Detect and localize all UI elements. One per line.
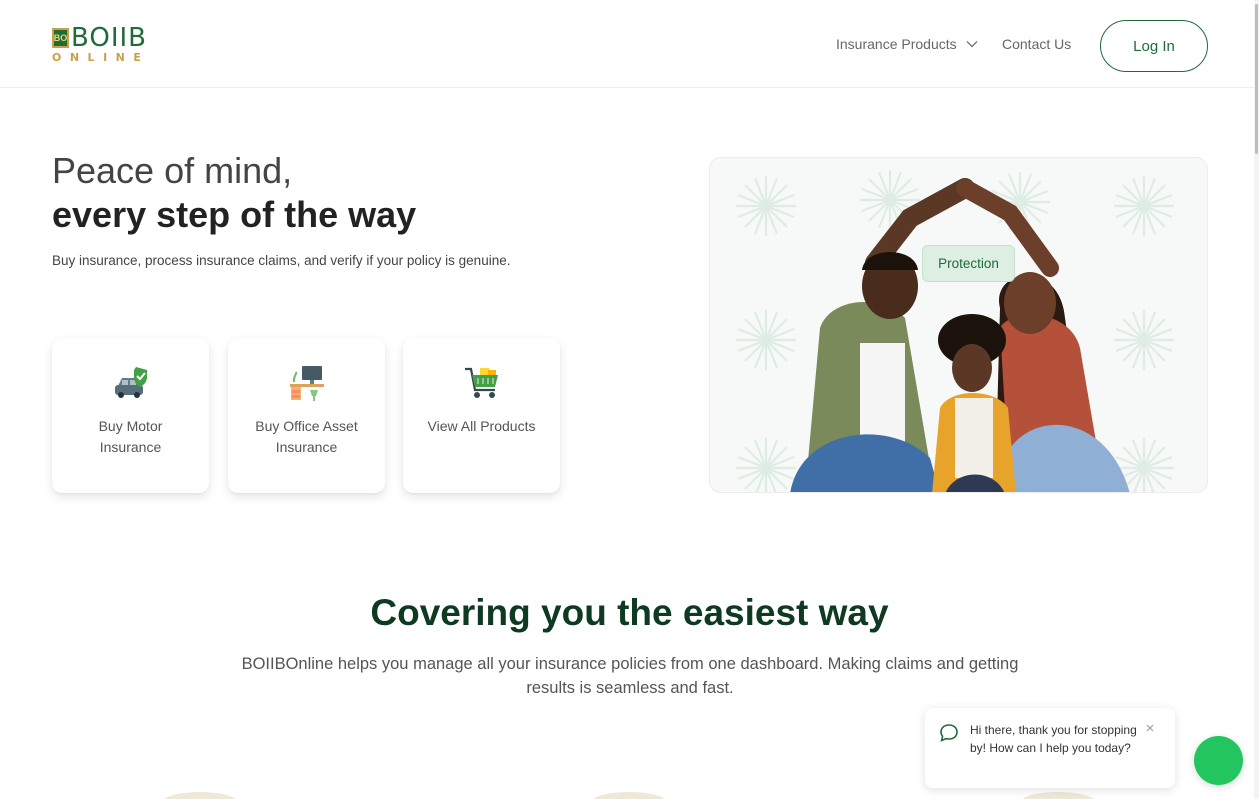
boiib-logo[interactable]: BO BOIIB ONLINE [52,23,156,66]
page-scrollbar[interactable] [1254,0,1259,799]
hero-heading-line2: every step of the way [52,194,417,235]
chat-bubble-icon [940,724,958,742]
section-title: Covering you the easiest way [370,592,889,633]
office-desk-icon [289,366,324,401]
close-icon[interactable]: × [1143,721,1157,736]
buy-office-asset-insurance-card[interactable]: Buy Office Asset Insurance [228,338,385,493]
card-label: Buy Motor Insurance [98,418,163,455]
hero-heading-line1: Peace of mind, [52,150,293,191]
login-button[interactable]: Log In [1100,20,1208,72]
logo-sub: ONLINE [52,51,150,64]
hero-subtitle: Buy insurance, process insurance claims,… [52,253,511,268]
logo-badge: BO [52,28,69,48]
view-all-products-card[interactable]: View All Products [403,338,560,493]
site-header: BO BOIIB ONLINE Insurance Products Conta… [0,0,1259,88]
nav-insurance-products[interactable]: Insurance Products [836,36,979,52]
chat-message: Hi there, thank you for stopping by! How… [970,723,1137,755]
feature-image-partial [1021,792,1095,799]
car-shield-icon [114,367,147,398]
family-protection-illustration [734,168,1176,492]
section-body: BOIIBOnline helps you manage all your in… [241,655,1019,697]
chevron-down-icon [966,41,978,48]
nav-contact-us-label: Contact Us [1002,36,1072,52]
feature-image-partial [163,792,237,799]
nav-insurance-products-label: Insurance Products [836,36,957,52]
logo-word: BOIIB [71,23,148,53]
nav-contact-us[interactable]: Contact Us [1002,36,1071,52]
feature-image-partial [592,792,666,799]
buy-motor-insurance-card[interactable]: Buy Motor Insurance [52,338,209,493]
scrollbar-thumb[interactable] [1255,4,1258,154]
chat-popup[interactable]: Hi there, thank you for stopping by! How… [925,708,1175,788]
chat-launcher-button[interactable] [1194,736,1243,785]
card-label: View All Products [427,418,536,434]
hero-family-image [709,157,1208,493]
shopping-cart-icon [464,367,498,398]
protection-badge: Protection [922,245,1015,282]
card-label: Buy Office Asset Insurance [255,418,358,455]
